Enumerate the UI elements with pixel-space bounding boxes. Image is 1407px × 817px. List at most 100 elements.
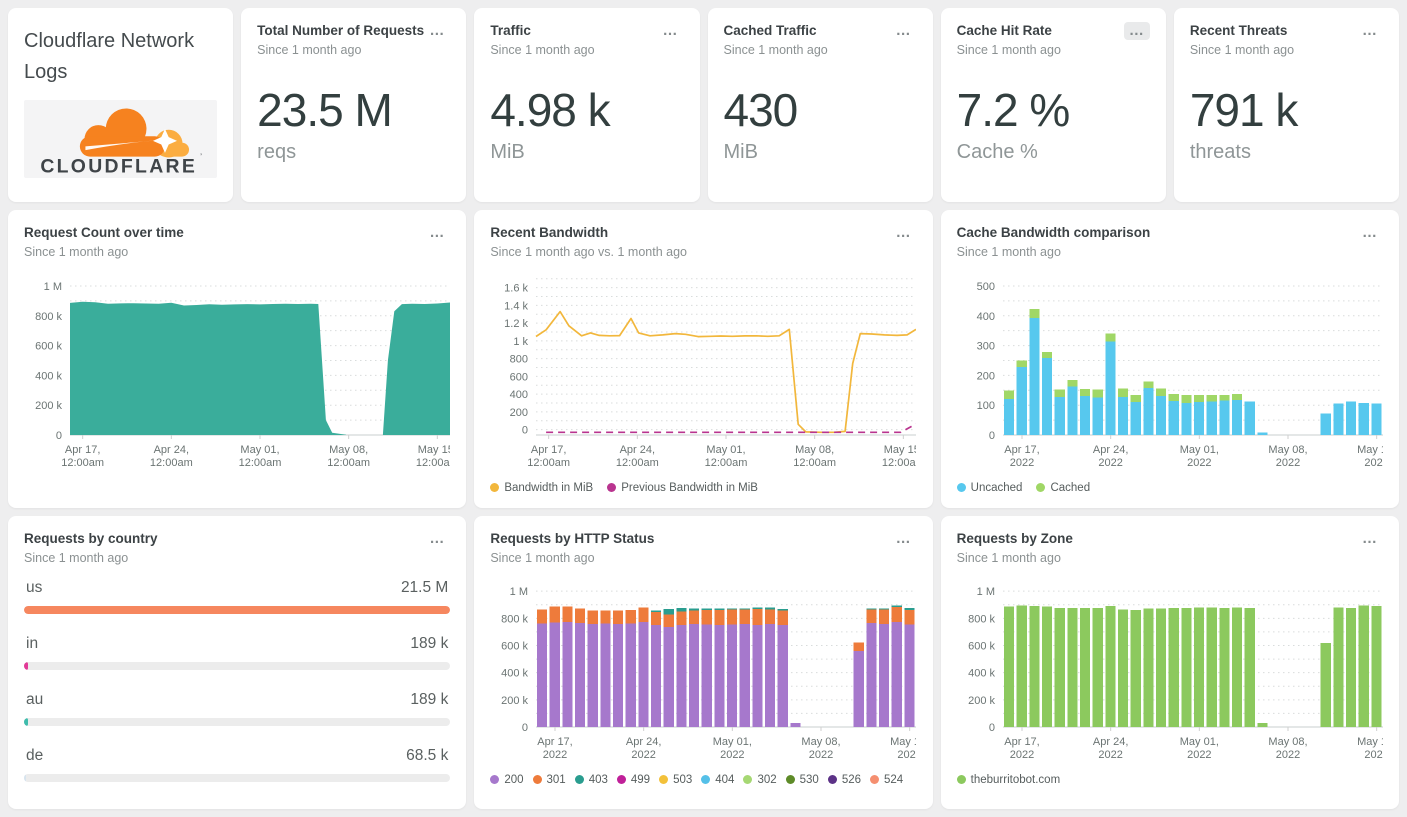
svg-text:600 k: 600 k bbox=[35, 340, 62, 352]
panel-traffic: Traffic Since 1 month ago … 4.98 k MiB bbox=[474, 8, 700, 202]
country-value: 68.5 k bbox=[406, 746, 449, 764]
svg-text:12:00am: 12:00am bbox=[239, 457, 282, 469]
svg-text:2022: 2022 bbox=[632, 749, 656, 761]
dashboard: Cloudflare Network Logs CLOUDFLARE ’ Tot… bbox=[0, 0, 1407, 817]
legend-item[interactable]: 526 bbox=[827, 774, 861, 786]
legend-item[interactable]: theburritobot.com bbox=[956, 774, 1060, 786]
panel-title: Requests by country bbox=[24, 531, 158, 546]
country-value: 21.5 M bbox=[400, 578, 449, 596]
legend-item[interactable]: Uncached bbox=[956, 482, 1022, 494]
country-value: 189 k bbox=[410, 690, 449, 708]
panel-menu-icon[interactable]: … bbox=[1357, 224, 1383, 242]
svg-text:600 k: 600 k bbox=[501, 640, 528, 652]
legend-item[interactable]: Previous Bandwidth in MiB bbox=[607, 482, 758, 494]
country-list[interactable]: us 21.5 M in 189 k au 189 k de 68.5 k bbox=[24, 578, 451, 782]
svg-text:Apr 24,: Apr 24, bbox=[1093, 444, 1128, 456]
panel-subtitle: Since 1 month ago bbox=[956, 550, 1061, 565]
legend-item[interactable]: 530 bbox=[785, 774, 819, 786]
svg-text:12:00am: 12:00am bbox=[150, 457, 193, 469]
legend-label: 200 bbox=[504, 773, 524, 786]
svg-text:12:00am: 12:00am bbox=[616, 457, 659, 469]
svg-text:400: 400 bbox=[510, 389, 528, 401]
panel-menu-icon[interactable]: … bbox=[424, 530, 450, 548]
svg-text:Apr 24,: Apr 24, bbox=[1093, 736, 1128, 748]
legend-dot-icon bbox=[870, 775, 880, 785]
legend-label: Cached bbox=[1050, 481, 1091, 494]
legend-item[interactable]: 301 bbox=[532, 774, 566, 786]
panel-menu-icon[interactable]: … bbox=[891, 530, 917, 548]
svg-text:200: 200 bbox=[510, 406, 528, 418]
svg-text:0: 0 bbox=[522, 722, 528, 734]
svg-text:1 M: 1 M bbox=[510, 586, 528, 598]
country-row[interactable]: de 68.5 k bbox=[24, 746, 451, 782]
panel-menu-icon[interactable]: … bbox=[424, 224, 450, 242]
panel-recent-threats: Recent Threats Since 1 month ago … 791 k… bbox=[1173, 8, 1399, 202]
country-bar-track bbox=[24, 661, 451, 670]
cloudflare-wordmark: CLOUDFLARE bbox=[40, 155, 197, 176]
country-bar-fill bbox=[24, 605, 451, 614]
panel-title: Cache Bandwidth comparison bbox=[956, 225, 1151, 240]
country-value: 189 k bbox=[410, 634, 449, 652]
svg-text:May 08,: May 08, bbox=[1268, 736, 1307, 748]
svg-text:May 15,: May 15, bbox=[884, 444, 916, 456]
panel-menu-icon[interactable]: … bbox=[424, 22, 450, 40]
kpi-unit: reqs bbox=[257, 140, 297, 163]
legend-item[interactable]: 302 bbox=[743, 774, 777, 786]
panel-menu-icon[interactable]: … bbox=[891, 224, 917, 242]
panel-cache-hit-rate: Cache Hit Rate Since 1 month ago … 7.2 %… bbox=[940, 8, 1166, 202]
legend-dot-icon bbox=[574, 775, 584, 785]
svg-text:2022: 2022 bbox=[1187, 457, 1211, 469]
recent-bandwidth-chart[interactable]: 1.6 k 1.4 k 1.2 k1 k 800 600 400 200 0 Apr 17, 12… bbox=[490, 269, 925, 494]
svg-text:May 15,: May 15, bbox=[1357, 736, 1383, 748]
legend-label: 499 bbox=[630, 773, 651, 786]
legend-item[interactable]: 524 bbox=[870, 774, 903, 786]
panel-title: Requests by HTTP Status bbox=[490, 531, 655, 546]
legend-item[interactable]: 404 bbox=[701, 774, 734, 786]
legend-item[interactable]: 200 bbox=[490, 773, 524, 786]
chart-canvas: 5004003002001000Apr 17,2022Apr 24,2022Ma… bbox=[976, 280, 1396, 469]
svg-text:2022: 2022 bbox=[1098, 457, 1122, 469]
country-row[interactable]: us 21.5 M bbox=[24, 578, 451, 614]
panel-menu-icon[interactable]: … bbox=[658, 22, 684, 40]
svg-text:May 08,: May 08, bbox=[1268, 444, 1307, 456]
svg-text:May 01,: May 01, bbox=[707, 444, 746, 456]
svg-text:2022: 2022 bbox=[1098, 749, 1122, 761]
legend-item[interactable]: 403 bbox=[574, 774, 608, 786]
country-bar-fill bbox=[24, 661, 28, 670]
svg-text:800 k: 800 k bbox=[35, 310, 62, 322]
panel-menu-icon[interactable]: … bbox=[1123, 22, 1150, 40]
cache-bandwidth-chart[interactable]: 500 400 300 200 100 0 Apr 17, 2022 Apr 24, 2022 Ma… bbox=[956, 269, 1396, 494]
legend-item[interactable]: Bandwidth in MiB bbox=[490, 482, 593, 494]
panel-requests-by-zone: Requests by Zone Since 1 month ago … 1 M… bbox=[940, 516, 1399, 809]
svg-text:1.2 k: 1.2 k bbox=[504, 318, 528, 330]
panel-title: Total Number of Requests bbox=[257, 23, 425, 38]
country-bar-fill bbox=[24, 773, 26, 782]
panel-menu-icon[interactable]: … bbox=[1357, 530, 1383, 548]
panel-menu-icon[interactable]: … bbox=[1357, 22, 1383, 40]
legend-item[interactable]: 499 bbox=[616, 773, 651, 786]
chart-canvas: 1 M800 k600 k400 k200 k0Apr 17,12:00amAp… bbox=[35, 280, 459, 469]
request-count-chart[interactable]: 1 M 800 k 600 k 400 k 200 k 0 Apr 17, 12:00am Ap… bbox=[24, 269, 459, 478]
chart-canvas: 1 M800 k600 k400 k200 k0Apr 17,2022Apr 2… bbox=[968, 586, 1396, 761]
legend-dot-icon bbox=[785, 775, 795, 785]
svg-text:0: 0 bbox=[989, 722, 995, 734]
dashboard-title: Cloudflare Network Logs bbox=[24, 30, 195, 83]
requests-by-zone-chart[interactable]: 1 M 800 k 600 k 400 k 200 k 0 Apr 17, 2022 Apr 2… bbox=[956, 575, 1396, 786]
kpi-unit: MiB bbox=[490, 140, 525, 163]
svg-text:200: 200 bbox=[976, 370, 994, 382]
country-bar-track bbox=[24, 773, 451, 782]
svg-text:600: 600 bbox=[510, 371, 528, 383]
svg-text:2022: 2022 bbox=[1275, 749, 1299, 761]
country-row[interactable]: in 189 k bbox=[24, 634, 451, 670]
panel-request-count: Request Count over time Since 1 month ag… bbox=[8, 210, 467, 508]
svg-text:12:00am: 12:00am bbox=[794, 457, 837, 469]
panel-title: Requests by Zone bbox=[956, 531, 1073, 546]
legend-item[interactable]: Cached bbox=[1036, 482, 1090, 494]
legend-label: Previous Bandwidth in MiB bbox=[621, 481, 758, 494]
http-status-chart[interactable]: 1 M 800 k 600 k 400 k 200 k 0 Apr 17, 2022 Apr 2… bbox=[490, 575, 930, 786]
legend-item[interactable]: 503 bbox=[659, 774, 692, 786]
panel-menu-icon[interactable]: … bbox=[891, 22, 917, 40]
chart-canvas: 1 M800 k600 k400 k200 k0Apr 17,2022Apr 2… bbox=[501, 586, 929, 761]
kpi-value: 23.5 M bbox=[257, 83, 393, 136]
country-row[interactable]: au 189 k bbox=[24, 690, 451, 726]
